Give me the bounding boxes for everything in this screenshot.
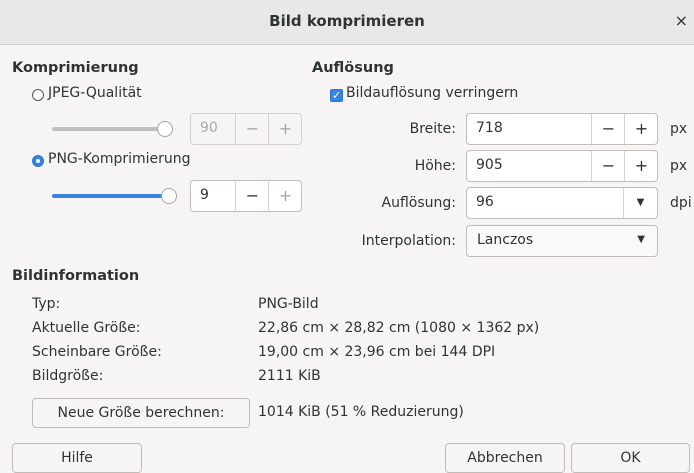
- png-compression-label[interactable]: PNG-Komprimierung: [48, 151, 191, 167]
- dpi-value: 96: [476, 194, 494, 210]
- interpolation-dropdown[interactable]: Lanczos ▼: [466, 225, 658, 257]
- checkmark-icon[interactable]: ✓: [330, 89, 343, 102]
- jpeg-quality-radio[interactable]: [32, 89, 44, 101]
- height-label: Höhe:: [414, 158, 456, 174]
- dialog-titlebar: Bild komprimieren ×: [0, 0, 694, 45]
- chevron-down-icon: ▼: [637, 234, 645, 245]
- png-compression-value: 9: [200, 187, 209, 203]
- jpeg-quality-slider-handle[interactable]: [157, 121, 173, 137]
- width-spinbox[interactable]: 718 − +: [466, 113, 658, 145]
- cancel-button[interactable]: Abbrechen: [445, 443, 565, 473]
- height-unit: px: [670, 158, 688, 174]
- width-decrement-button[interactable]: −: [591, 114, 625, 144]
- png-compression-slider-track[interactable]: [52, 194, 168, 198]
- actual-size-label: Aktuelle Größe:: [32, 320, 141, 336]
- interpolation-value: Lanczos: [477, 232, 534, 248]
- dialog-title: Bild komprimieren: [269, 12, 425, 30]
- chevron-down-icon[interactable]: ▼: [623, 188, 657, 218]
- width-value: 718: [476, 120, 503, 136]
- interpolation-label: Interpolation:: [361, 233, 456, 249]
- png-compression-spinbox[interactable]: 9 − +: [190, 180, 302, 212]
- compression-heading: Komprimierung: [12, 60, 139, 76]
- image-info-heading: Bildinformation: [12, 268, 140, 284]
- jpeg-quality-decrement-button[interactable]: −: [235, 114, 269, 144]
- dpi-unit: dpi: [670, 195, 692, 211]
- new-size-value: 1014 KiB (51 % Reduzierung): [258, 404, 464, 420]
- apparent-size-label: Scheinbare Größe:: [32, 344, 162, 360]
- png-compression-radio[interactable]: [32, 155, 44, 167]
- height-value: 905: [476, 157, 503, 173]
- jpeg-quality-increment-button[interactable]: +: [268, 114, 302, 144]
- height-increment-button[interactable]: +: [624, 151, 658, 181]
- width-increment-button[interactable]: +: [624, 114, 658, 144]
- jpeg-quality-slider-track[interactable]: [52, 127, 164, 131]
- jpeg-quality-value: 90: [200, 120, 218, 136]
- recalculate-size-button[interactable]: Neue Größe berechnen:: [32, 398, 250, 428]
- jpeg-quality-label[interactable]: JPEG-Qualität: [48, 85, 142, 101]
- file-size-label: Bildgröße:: [32, 368, 104, 384]
- height-decrement-button[interactable]: −: [591, 151, 625, 181]
- png-compression-slider-handle[interactable]: [161, 188, 177, 204]
- reduce-resolution-label[interactable]: Bildauflösung verringern: [346, 85, 518, 101]
- png-compression-decrement-button[interactable]: −: [235, 181, 269, 211]
- close-icon[interactable]: ×: [675, 11, 688, 30]
- type-value: PNG-Bild: [258, 296, 319, 312]
- type-label: Typ:: [32, 296, 61, 312]
- height-spinbox[interactable]: 905 − +: [466, 150, 658, 182]
- png-compression-increment-button[interactable]: +: [268, 181, 302, 211]
- dpi-combobox[interactable]: 96 ▼: [466, 187, 658, 219]
- dpi-label: Auflösung:: [381, 195, 456, 211]
- width-unit: px: [670, 121, 688, 137]
- resolution-heading: Auflösung: [312, 60, 394, 76]
- help-button[interactable]: Hilfe: [12, 443, 142, 473]
- width-label: Breite:: [409, 121, 456, 137]
- ok-button[interactable]: OK: [571, 443, 690, 473]
- file-size-value: 2111 KiB: [258, 368, 321, 384]
- jpeg-quality-spinbox[interactable]: 90 − +: [190, 113, 302, 145]
- apparent-size-value: 19,00 cm × 23,96 cm bei 144 DPI: [258, 344, 496, 360]
- actual-size-value: 22,86 cm × 28,82 cm (1080 × 1362 px): [258, 320, 540, 336]
